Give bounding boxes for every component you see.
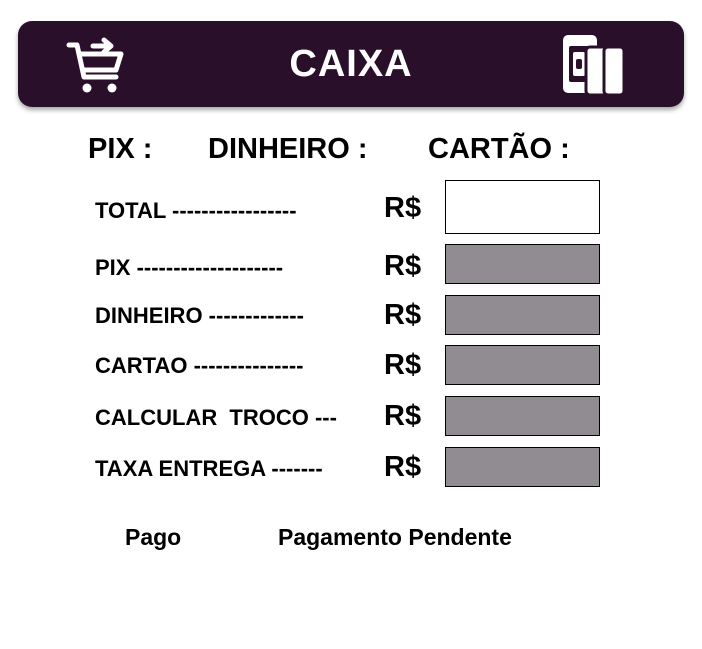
method-dinheiro-label: DINHEIRO :: [208, 133, 368, 165]
pix-label: PIX --------------------: [95, 255, 284, 280]
total-currency: R$: [384, 192, 422, 224]
method-pix-label: PIX :: [88, 133, 153, 165]
paid-status-button[interactable]: Pago: [125, 522, 181, 552]
pix-amount-field[interactable]: [445, 244, 600, 284]
cartao-label: CARTAO ---------------: [95, 353, 304, 378]
cartao-amount-field[interactable]: [445, 345, 600, 385]
calcular-troco-label: CALCULAR TROCO ---: [95, 405, 337, 430]
calcular-troco-currency: R$: [384, 400, 422, 432]
cartao-currency: R$: [384, 349, 422, 381]
calcular-troco-amount-field[interactable]: [445, 396, 600, 436]
wallet-cards-icon[interactable]: [560, 33, 626, 97]
total-amount-field[interactable]: [445, 180, 600, 234]
header-bar: CAIXA: [18, 21, 684, 107]
taxa-entrega-amount-field[interactable]: [445, 447, 600, 487]
dinheiro-currency: R$: [384, 299, 422, 331]
dinheiro-label: DINHEIRO -------------: [95, 303, 304, 328]
dinheiro-amount-field[interactable]: [445, 295, 600, 335]
pix-currency: R$: [384, 250, 422, 282]
taxa-entrega-currency: R$: [384, 451, 422, 483]
pending-status-button[interactable]: Pagamento Pendente: [278, 522, 512, 552]
taxa-entrega-label: TAXA ENTREGA -------: [95, 456, 323, 481]
method-cartao-label: CARTÃO :: [428, 133, 570, 165]
total-label: TOTAL -----------------: [95, 198, 297, 223]
